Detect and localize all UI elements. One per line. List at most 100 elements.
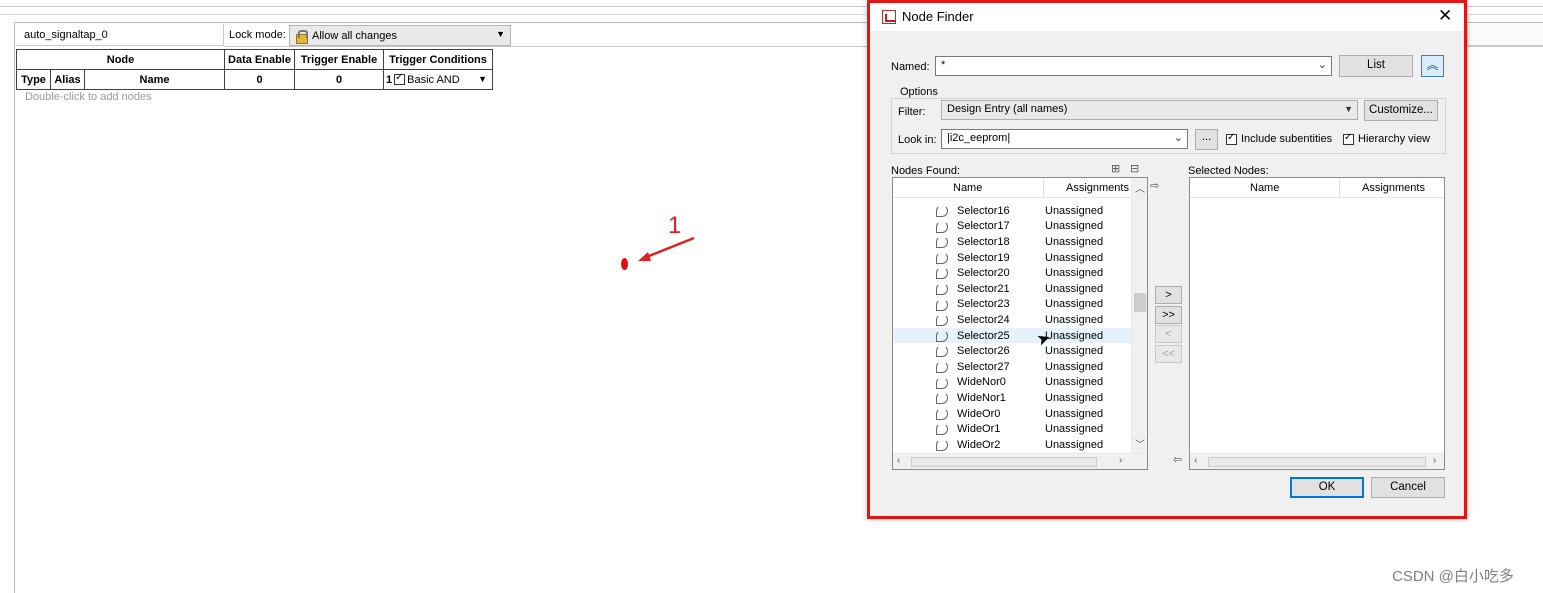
- node-assignment: Unassigned: [1045, 329, 1104, 342]
- ok-button[interactable]: OK: [1290, 477, 1364, 498]
- table-row[interactable]: Selector16 Unassigned: [893, 203, 1131, 219]
- node-header: Node: [16, 49, 225, 70]
- combinational-node-icon: [936, 407, 948, 420]
- scroll-thumb[interactable]: [1134, 293, 1146, 312]
- remove-selected-button[interactable]: <: [1155, 325, 1182, 343]
- chevron-down-icon: ▼: [478, 73, 487, 84]
- node-table: Node Data Enable Trigger Enable Trigger …: [16, 49, 493, 90]
- col-assignments[interactable]: Assignments: [1362, 182, 1425, 194]
- selected-nodes-list[interactable]: Name Assignments ‹ ›: [1189, 177, 1445, 470]
- combinational-node-icon: [936, 392, 948, 405]
- table-row[interactable]: WideOr1 Unassigned: [893, 421, 1131, 437]
- col-assignments[interactable]: Assignments: [1066, 182, 1129, 194]
- list-button[interactable]: List: [1339, 55, 1413, 77]
- dialog-titlebar[interactable]: Node Finder ✕: [870, 3, 1464, 31]
- name-header: Name: [84, 69, 225, 90]
- named-input[interactable]: * ⌄: [935, 56, 1332, 76]
- combinational-node-icon: [936, 220, 948, 233]
- cancel-button[interactable]: Cancel: [1371, 477, 1445, 498]
- node-assignment: Unassigned: [1045, 376, 1104, 389]
- table-row[interactable]: WideNor0 Unassigned: [893, 375, 1131, 391]
- combinational-node-icon: [936, 439, 948, 451]
- browse-hierarchy-button[interactable]: ...: [1195, 129, 1218, 150]
- table-row[interactable]: Selector27 Unassigned: [893, 359, 1131, 375]
- node-name: WideOr0: [957, 407, 1001, 420]
- table-row[interactable]: WideOr0 Unassigned: [893, 406, 1131, 422]
- col-name[interactable]: Name: [1250, 182, 1279, 194]
- node-name: Selector16: [957, 204, 1010, 217]
- instance-name[interactable]: auto_signaltap_0: [16, 24, 224, 46]
- look-in-value: |i2c_eeprom|: [947, 132, 1011, 144]
- nodes-found-list[interactable]: Name Assignments Selector16 Unassigned Sel…: [892, 177, 1148, 470]
- chevron-right-icon[interactable]: ›: [1119, 455, 1122, 466]
- chevron-down-icon[interactable]: ﹀: [1135, 436, 1145, 451]
- table-row[interactable]: Selector24 Unassigned: [893, 312, 1131, 328]
- chevron-left-icon[interactable]: ‹: [1194, 455, 1197, 466]
- nodes-found-hscroll[interactable]: ‹ ›: [893, 453, 1147, 469]
- annotation-dot: [621, 258, 628, 270]
- node-name: Selector18: [957, 235, 1010, 248]
- table-row[interactable]: WideOr2 Unassigned: [893, 437, 1131, 453]
- chevron-right-icon[interactable]: ›: [1433, 455, 1436, 466]
- remove-all-button[interactable]: <<: [1155, 345, 1182, 363]
- chevron-left-icon[interactable]: ‹: [897, 455, 900, 466]
- scroll-thumb[interactable]: [1208, 457, 1426, 467]
- table-row[interactable]: Selector17 Unassigned: [893, 219, 1131, 235]
- hierarchy-view-check[interactable]: [1343, 132, 1354, 145]
- add-selected-button[interactable]: >: [1155, 286, 1182, 304]
- trigger-condition-select[interactable]: 1 Basic AND ▼: [383, 69, 493, 90]
- look-in-input[interactable]: |i2c_eeprom| ⌄: [941, 129, 1188, 149]
- hierarchy-view-label: Hierarchy view: [1358, 133, 1431, 145]
- selected-nodes-hscroll[interactable]: ‹ ›: [1190, 453, 1444, 469]
- table-row[interactable]: Selector20 Unassigned: [893, 265, 1131, 281]
- col-name[interactable]: Name: [953, 182, 982, 194]
- nodes-found-vscroll[interactable]: ︿ ﹀: [1131, 178, 1147, 455]
- trigger-condition-checkbox[interactable]: [394, 72, 406, 85]
- table-row[interactable]: Selector23 Unassigned: [893, 297, 1131, 313]
- node-assignment: Unassigned: [1045, 438, 1104, 451]
- filter-select[interactable]: Design Entry (all names) ▼: [941, 100, 1358, 120]
- table-row[interactable]: Selector18 Unassigned: [893, 234, 1131, 250]
- watermark: CSDN @白小吃多: [1392, 568, 1514, 585]
- chevron-down-icon[interactable]: ⌄: [1318, 58, 1327, 71]
- node-name: Selector26: [957, 345, 1010, 358]
- combinational-node-icon: [936, 298, 948, 311]
- lock-mode-select[interactable]: Allow all changes ▼: [289, 25, 511, 46]
- expand-all-icon[interactable]: ⊞: [1111, 162, 1120, 175]
- combinational-node-icon: [936, 236, 948, 249]
- nodes-found-header: Name Assignments: [893, 178, 1147, 198]
- node-name: Selector23: [957, 298, 1010, 311]
- table-row[interactable]: Selector26 Unassigned: [893, 343, 1131, 359]
- node-name: Selector25: [957, 329, 1010, 342]
- selected-nodes-header: Name Assignments: [1190, 178, 1444, 198]
- include-subentities-check[interactable]: [1226, 132, 1237, 145]
- column-separator: [1043, 178, 1044, 198]
- node-assignment: Unassigned: [1045, 220, 1104, 233]
- node-name: Selector17: [957, 220, 1010, 233]
- table-row[interactable]: Selector25 Unassigned: [893, 327, 1131, 344]
- move-to-selected-icon[interactable]: ⇨: [1150, 179, 1159, 192]
- header-right-strip: [1467, 24, 1543, 46]
- node-name: WideOr2: [957, 438, 1001, 451]
- scroll-thumb[interactable]: [911, 457, 1097, 467]
- hierarchy-view-checkbox[interactable]: Hierarchy view: [1343, 132, 1431, 145]
- table-row[interactable]: WideNor1 Unassigned: [893, 390, 1131, 406]
- close-icon[interactable]: ✕: [1438, 6, 1452, 26]
- include-subentities-checkbox[interactable]: Include subentities: [1226, 132, 1332, 145]
- chevron-down-icon[interactable]: ⌄: [1174, 131, 1183, 144]
- type-header: Type: [16, 69, 51, 90]
- add-all-button[interactable]: >>: [1155, 306, 1182, 324]
- customize-button[interactable]: Customize...: [1364, 100, 1438, 121]
- node-assignment: Unassigned: [1045, 391, 1104, 404]
- table-row[interactable]: Selector19 Unassigned: [893, 250, 1131, 266]
- move-from-selected-icon[interactable]: ⇦: [1173, 453, 1182, 466]
- chevron-up-icon[interactable]: ︿: [1135, 180, 1145, 195]
- table-row[interactable]: Selector21 Unassigned: [893, 281, 1131, 297]
- add-nodes-hint: Double-click to add nodes: [25, 91, 152, 103]
- named-label: Named:: [891, 61, 930, 73]
- collapse-options-button[interactable]: ︽: [1421, 55, 1444, 77]
- node-name: Selector19: [957, 251, 1010, 264]
- collapse-all-icon[interactable]: ⊟: [1130, 162, 1139, 175]
- look-in-label: Look in:: [898, 134, 937, 146]
- chevron-down-icon: ▼: [496, 29, 505, 39]
